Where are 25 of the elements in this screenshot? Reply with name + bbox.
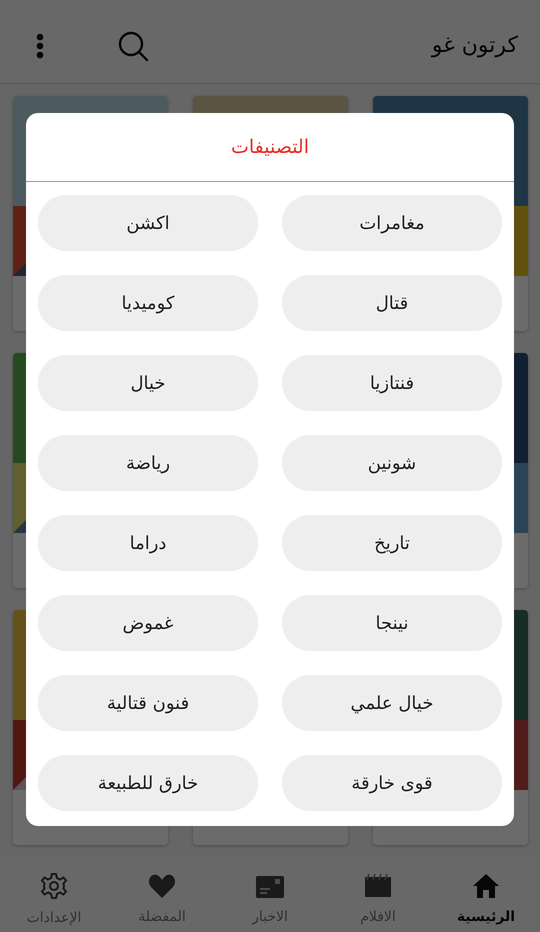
heart-icon <box>148 873 176 899</box>
category-button[interactable]: خيال علمي <box>282 675 502 731</box>
category-button[interactable]: نينجا <box>282 595 502 651</box>
category-button[interactable]: تاريخ <box>282 515 502 571</box>
category-button[interactable]: فنتازيا <box>282 355 502 411</box>
category-button[interactable]: قوى خارقة <box>282 755 502 811</box>
nav-tab[interactable]: الرئيسية <box>432 857 540 932</box>
category-button[interactable]: اكشن <box>38 195 258 251</box>
home-icon <box>472 873 500 899</box>
more-options-icon[interactable] <box>36 32 44 58</box>
category-button[interactable]: غموض <box>38 595 258 651</box>
category-button[interactable]: كوميديا <box>38 275 258 331</box>
category-button[interactable]: خيال <box>38 355 258 411</box>
category-button[interactable]: فنون قتالية <box>38 675 258 731</box>
category-button[interactable]: مغامرات <box>282 195 502 251</box>
category-button[interactable]: خارق للطبيعة <box>38 755 258 811</box>
category-button[interactable]: رياضة <box>38 435 258 491</box>
app-title: كرتون غو <box>432 33 518 58</box>
dialog-title: التصنيفات <box>26 113 514 182</box>
category-button[interactable]: شونين <box>282 435 502 491</box>
news-card-icon <box>255 873 285 899</box>
clapper-icon <box>364 873 392 899</box>
category-button[interactable]: قتال <box>282 275 502 331</box>
category-button[interactable]: دراما <box>38 515 258 571</box>
settings-icon <box>40 872 68 900</box>
